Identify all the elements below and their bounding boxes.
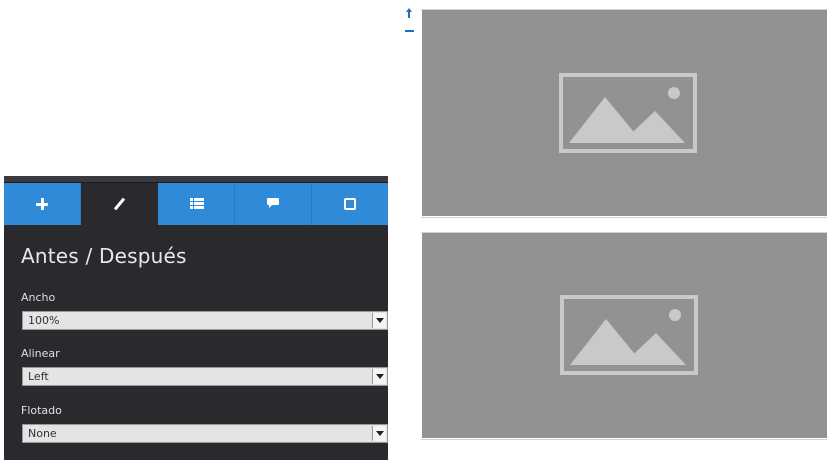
- align-select-value: Left: [28, 370, 49, 383]
- before-image-placeholder[interactable]: [422, 10, 827, 216]
- float-label: Flotado: [21, 404, 62, 417]
- minus-icon[interactable]: [405, 30, 414, 32]
- width-select-value: 100%: [28, 314, 60, 327]
- image-divider: [421, 217, 827, 218]
- after-image-placeholder[interactable]: [422, 233, 827, 438]
- width-select[interactable]: 100%: [22, 311, 388, 330]
- tab-mobile[interactable]: [312, 183, 388, 225]
- editor-panel: Antes / Después Ancho 100% Alinear Left …: [4, 176, 388, 460]
- panel-top-strip: [4, 176, 388, 183]
- tab-comments[interactable]: [235, 183, 312, 225]
- canvas-bottom-border: [421, 439, 827, 440]
- chevron-down-icon[interactable]: [372, 426, 386, 441]
- chevron-down-icon[interactable]: [372, 313, 386, 328]
- mobile-icon: [344, 198, 356, 210]
- pencil-icon: [113, 198, 125, 210]
- align-label: Alinear: [21, 347, 60, 360]
- comment-icon: [267, 198, 279, 210]
- float-select[interactable]: None: [22, 424, 388, 443]
- image-placeholder-icon: [559, 73, 697, 153]
- chevron-down-icon[interactable]: [372, 369, 386, 384]
- tab-add[interactable]: [4, 183, 81, 225]
- image-placeholder-icon: [560, 295, 698, 375]
- width-label: Ancho: [21, 291, 56, 304]
- panel-title: Antes / Después: [21, 244, 187, 268]
- plus-icon: [36, 198, 48, 210]
- panel-tabs: [4, 183, 388, 225]
- align-select[interactable]: Left: [22, 367, 388, 386]
- float-select-value: None: [28, 427, 57, 440]
- tab-layers[interactable]: [158, 183, 235, 225]
- arrow-up-icon[interactable]: [405, 8, 415, 24]
- list-icon: [190, 198, 204, 210]
- tab-edit[interactable]: [81, 183, 158, 225]
